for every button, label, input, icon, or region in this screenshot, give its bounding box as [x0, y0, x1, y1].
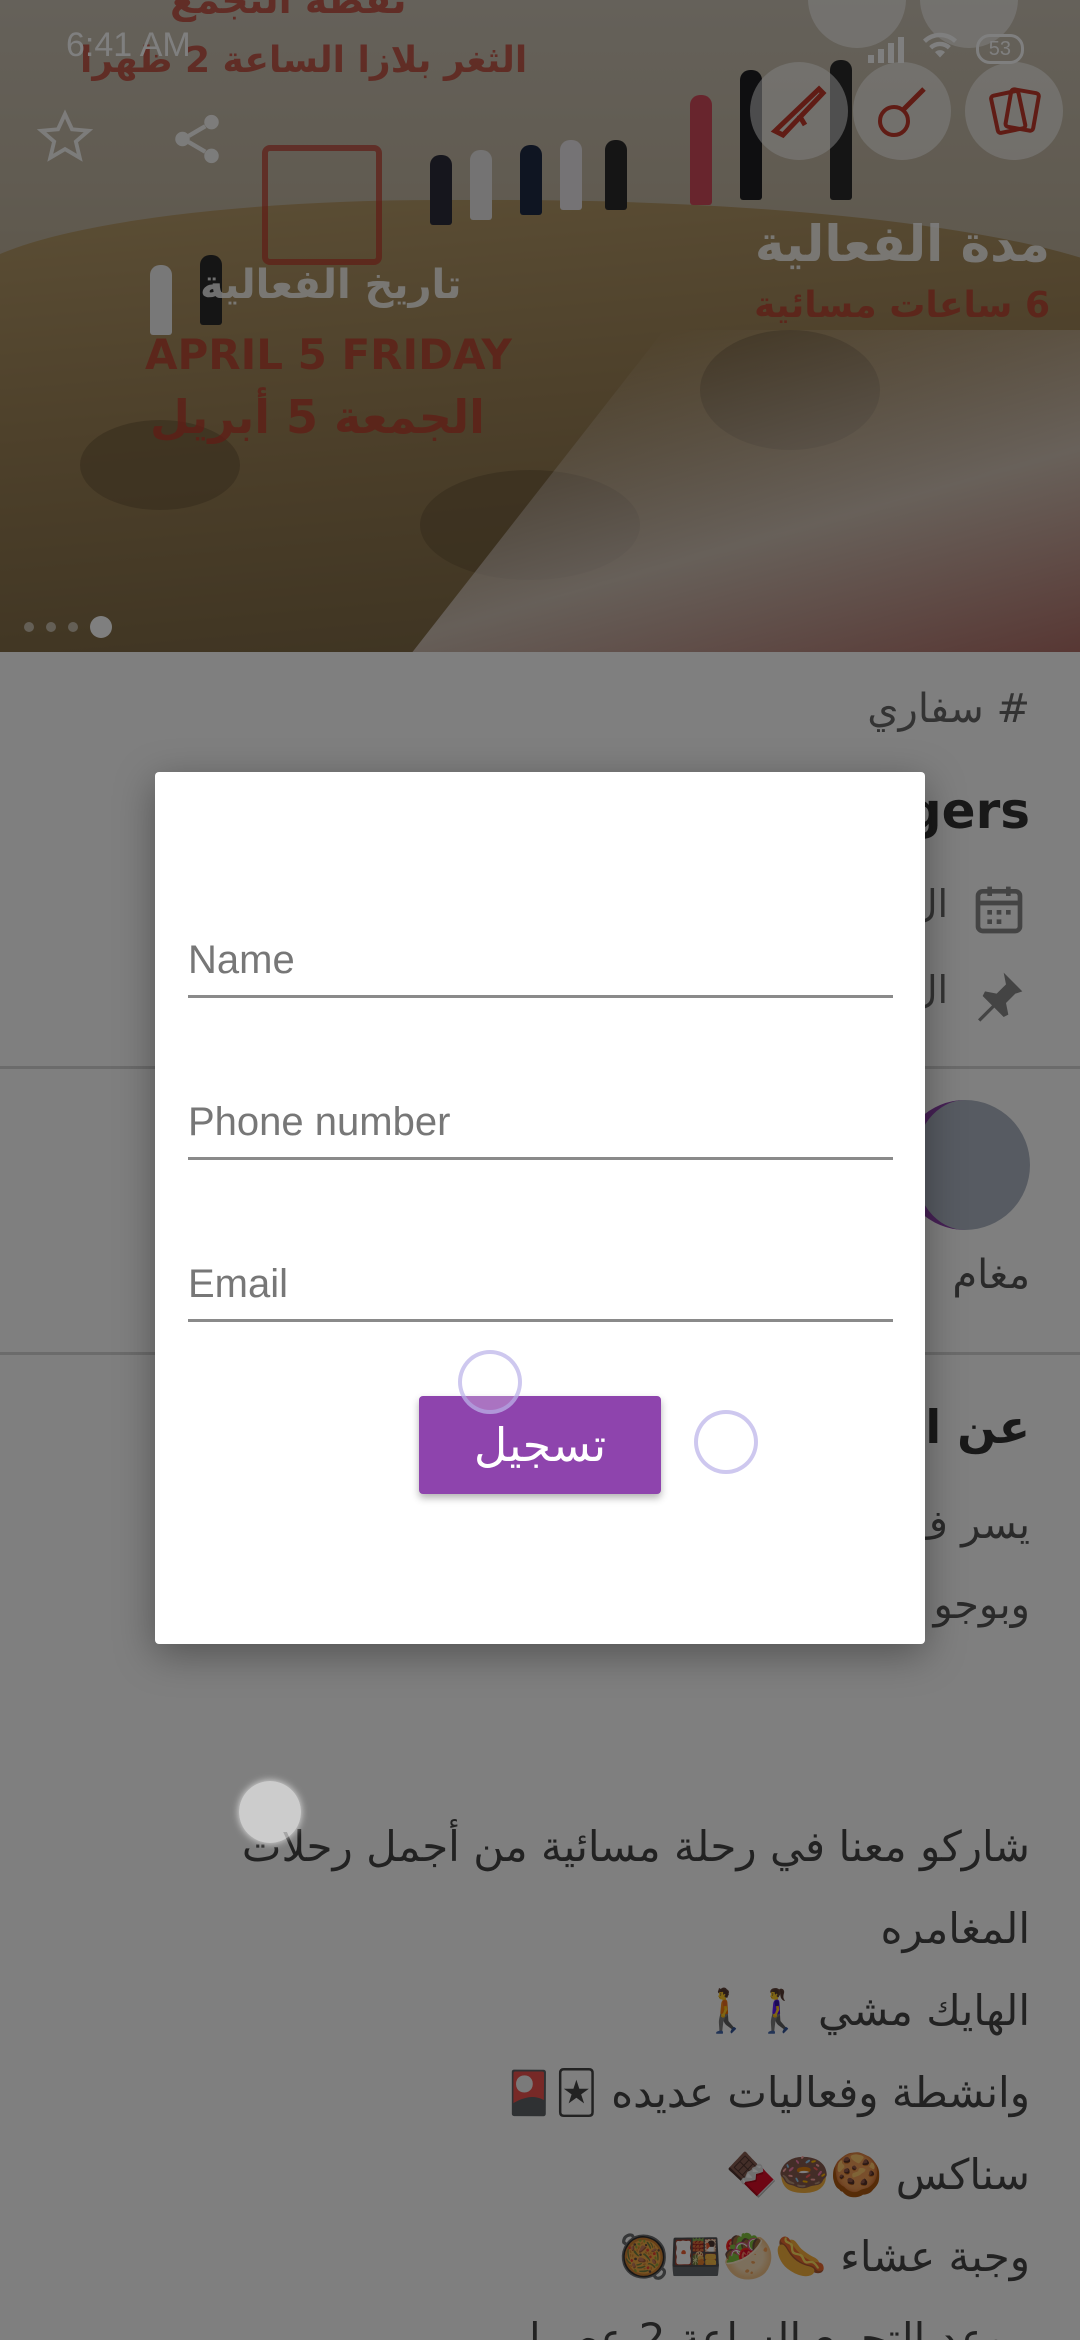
- touch-indicator: [694, 1410, 758, 1474]
- registration-dialog: تسجيل: [155, 772, 925, 1644]
- email-input[interactable]: [188, 1262, 893, 1307]
- touch-indicator: [458, 1350, 522, 1414]
- email-field[interactable]: [188, 1212, 893, 1322]
- register-button[interactable]: تسجيل: [419, 1396, 661, 1494]
- name-field[interactable]: [188, 888, 893, 998]
- name-input[interactable]: [188, 938, 893, 983]
- phone-field[interactable]: [188, 1050, 893, 1160]
- phone-number-input[interactable]: [188, 1100, 893, 1145]
- touch-indicator: [239, 1781, 301, 1843]
